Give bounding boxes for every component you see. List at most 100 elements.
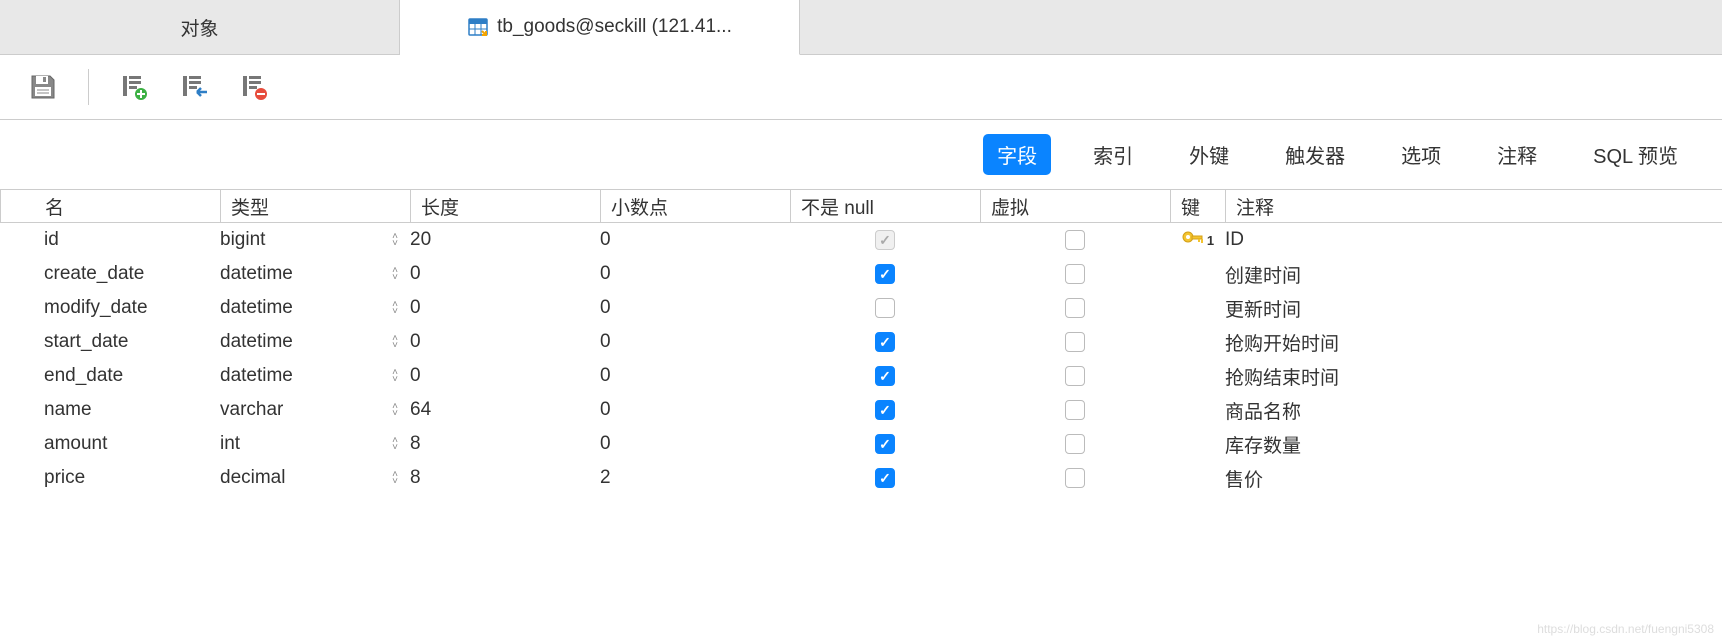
cell-type[interactable]: datetime [220,263,380,285]
cell-comment[interactable]: 更新时间 [1225,295,1722,322]
subtab-indexes[interactable]: 索引 [1079,134,1147,175]
type-stepper[interactable]: ˄˅ [392,233,398,247]
cell-decimal[interactable]: 2 [600,467,790,489]
table-row[interactable]: amountint ˄˅ 80 库存数量 [0,427,1722,461]
toolbar [0,55,1722,120]
cell-comment[interactable]: 商品名称 [1225,397,1722,424]
virtual-checkbox[interactable] [1065,264,1085,284]
tabs-bar: 对象 tb_goods@seckill (121.41... [0,0,1722,55]
cell-name[interactable]: amount [0,433,220,455]
col-header-comment[interactable]: 注释 [1225,190,1722,222]
subtab-triggers[interactable]: 触发器 [1271,134,1359,175]
cell-name[interactable]: id [0,229,220,251]
subtab-fields[interactable]: 字段 [983,134,1051,175]
cell-type[interactable]: datetime [220,297,380,319]
cell-length[interactable]: 64 [410,399,600,421]
cell-key[interactable]: 1 [1170,229,1225,251]
add-field-button[interactable] [119,72,149,102]
delete-field-button[interactable] [239,72,269,102]
cell-name[interactable]: name [0,399,220,421]
cell-comment[interactable]: ID [1225,229,1722,251]
cell-type[interactable]: datetime [220,365,380,387]
type-stepper[interactable]: ˄˅ [392,471,398,485]
subtab-sql-preview[interactable]: SQL 预览 [1579,134,1692,175]
cell-name[interactable]: price [0,467,220,489]
type-stepper[interactable]: ˄˅ [392,267,398,281]
cell-notnull [790,434,980,454]
cell-name[interactable]: start_date [0,331,220,353]
cell-comment[interactable]: 抢购结束时间 [1225,363,1722,390]
insert-field-button[interactable] [179,72,209,102]
col-header-key[interactable]: 键 [1170,190,1225,222]
virtual-checkbox[interactable] [1065,400,1085,420]
cell-comment[interactable]: 库存数量 [1225,431,1722,458]
table-icon [467,16,489,38]
cell-decimal[interactable]: 0 [600,365,790,387]
type-stepper[interactable]: ˄˅ [392,335,398,349]
subtab-options[interactable]: 选项 [1387,134,1455,175]
virtual-checkbox[interactable] [1065,434,1085,454]
notnull-checkbox[interactable] [875,230,895,250]
notnull-checkbox[interactable] [875,400,895,420]
cell-length[interactable]: 8 [410,467,600,489]
notnull-checkbox[interactable] [875,264,895,284]
cell-comment[interactable]: 抢购开始时间 [1225,329,1722,356]
virtual-checkbox[interactable] [1065,230,1085,250]
save-button[interactable] [28,72,58,102]
cell-comment[interactable]: 售价 [1225,465,1722,492]
virtual-checkbox[interactable] [1065,332,1085,352]
cell-type[interactable]: bigint [220,229,380,251]
cell-name[interactable]: create_date [0,263,220,285]
cell-length[interactable]: 0 [410,297,600,319]
cell-virtual [980,298,1170,318]
table-row[interactable]: end_datedatetime ˄˅ 00 抢购结束时间 [0,359,1722,393]
cell-name[interactable]: modify_date [0,297,220,319]
cell-decimal[interactable]: 0 [600,263,790,285]
table-row[interactable]: idbigint ˄˅ 200 1ID [0,223,1722,257]
cell-type[interactable]: varchar [220,399,380,421]
type-stepper[interactable]: ˄˅ [392,437,398,451]
table-row[interactable]: start_datedatetime ˄˅ 00 抢购开始时间 [0,325,1722,359]
type-stepper[interactable]: ˄˅ [392,369,398,383]
notnull-checkbox[interactable] [875,366,895,386]
virtual-checkbox[interactable] [1065,468,1085,488]
subtab-foreign-keys[interactable]: 外键 [1175,134,1243,175]
type-stepper[interactable]: ˄˅ [392,403,398,417]
cell-decimal[interactable]: 0 [600,399,790,421]
subtab-comment[interactable]: 注释 [1483,134,1551,175]
virtual-checkbox[interactable] [1065,298,1085,318]
notnull-checkbox[interactable] [875,298,895,318]
col-header-notnull[interactable]: 不是 null [790,190,980,222]
table-row[interactable]: create_datedatetime ˄˅ 00 创建时间 [0,257,1722,291]
cell-decimal[interactable]: 0 [600,229,790,251]
virtual-checkbox[interactable] [1065,366,1085,386]
table-row[interactable]: modify_datedatetime ˄˅ 00 更新时间 [0,291,1722,325]
col-header-virtual[interactable]: 虚拟 [980,190,1170,222]
cell-length[interactable]: 0 [410,365,600,387]
cell-type[interactable]: int [220,433,380,455]
col-header-length[interactable]: 长度 [410,190,600,222]
cell-decimal[interactable]: 0 [600,297,790,319]
cell-length[interactable]: 20 [410,229,600,251]
cell-length[interactable]: 0 [410,263,600,285]
table-row[interactable]: namevarchar ˄˅ 640 商品名称 [0,393,1722,427]
notnull-checkbox[interactable] [875,468,895,488]
cell-type[interactable]: decimal [220,467,380,489]
cell-length[interactable]: 0 [410,331,600,353]
type-stepper[interactable]: ˄˅ [392,301,398,315]
cell-comment[interactable]: 创建时间 [1225,261,1722,288]
col-header-decimal[interactable]: 小数点 [600,190,790,222]
cell-type[interactable]: datetime [220,331,380,353]
tab-objects[interactable]: 对象 [0,0,400,54]
cell-length[interactable]: 8 [410,433,600,455]
col-header-type[interactable]: 类型 [220,190,380,222]
tab-table[interactable]: tb_goods@seckill (121.41... [400,0,800,55]
cell-notnull [790,298,980,318]
col-header-name[interactable]: 名 [0,190,220,222]
notnull-checkbox[interactable] [875,434,895,454]
cell-decimal[interactable]: 0 [600,433,790,455]
table-row[interactable]: pricedecimal ˄˅ 82 售价 [0,461,1722,495]
cell-name[interactable]: end_date [0,365,220,387]
cell-decimal[interactable]: 0 [600,331,790,353]
notnull-checkbox[interactable] [875,332,895,352]
